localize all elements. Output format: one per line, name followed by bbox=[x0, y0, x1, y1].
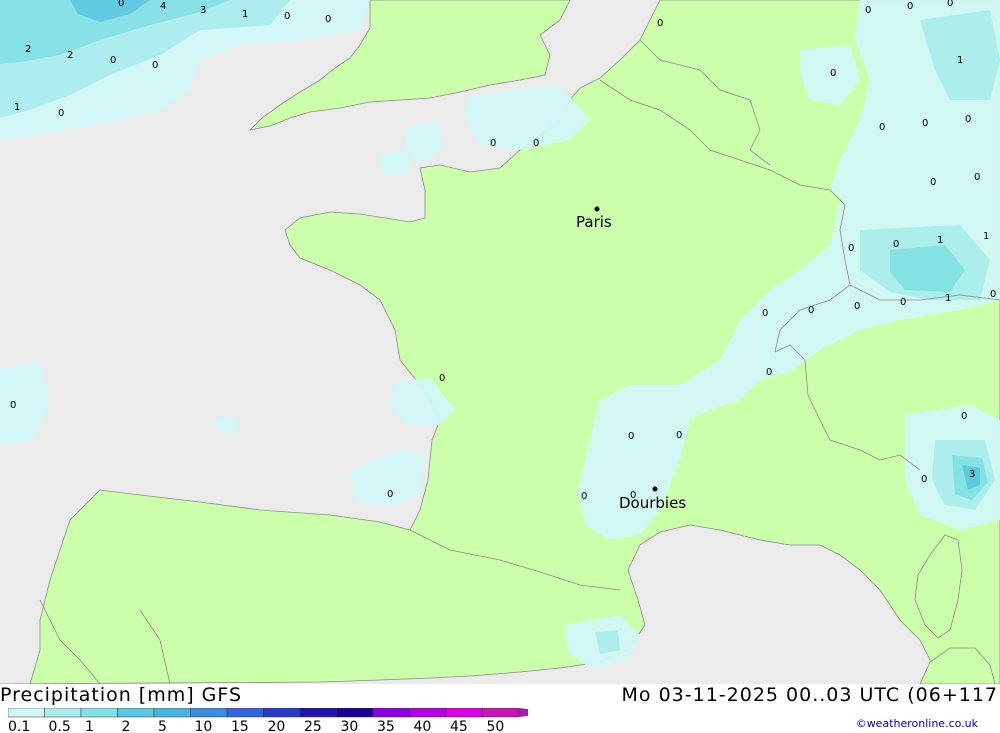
legend-swatch bbox=[80, 708, 118, 718]
value-label: 1 bbox=[945, 293, 951, 304]
legend-swatch bbox=[190, 708, 228, 718]
value-label: 0 bbox=[921, 474, 927, 485]
precipitation-legend: 0.1 0.5 1 2 5 10 15 20 25 30 35 40 45 50 bbox=[8, 708, 528, 733]
value-label: 3 bbox=[200, 5, 206, 16]
legend-swatch bbox=[299, 708, 337, 718]
value-label: 0 bbox=[490, 138, 496, 149]
value-label: 1 bbox=[957, 55, 963, 66]
legend-label: 45 bbox=[450, 719, 468, 733]
value-label: 0 bbox=[865, 5, 871, 16]
value-label: 0 bbox=[808, 305, 814, 316]
value-label: 0 bbox=[961, 411, 967, 422]
legend-label: 1 bbox=[85, 719, 94, 733]
value-label: 0 bbox=[58, 108, 64, 119]
value-label: 0 bbox=[766, 367, 772, 378]
credit-link[interactable]: ©weatheronline.co.uk bbox=[856, 717, 978, 730]
value-label: 0 bbox=[118, 0, 124, 9]
value-label: 0 bbox=[907, 1, 913, 12]
value-label: 0 bbox=[387, 489, 393, 500]
legend-label: 15 bbox=[231, 719, 249, 733]
value-label: 0 bbox=[947, 0, 953, 9]
map-footer: Precipitation [mm] GFS Mo 03-11-2025 00.… bbox=[0, 684, 1000, 733]
legend-swatch bbox=[263, 708, 301, 718]
value-label: 0 bbox=[830, 68, 836, 79]
value-label: 1 bbox=[14, 102, 20, 113]
value-label: 0 bbox=[965, 114, 971, 125]
value-label: 0 bbox=[930, 177, 936, 188]
value-label: 2 bbox=[67, 50, 73, 61]
value-label: 0 bbox=[439, 373, 445, 384]
legend-label: 50 bbox=[487, 719, 505, 733]
forecast-datetime: Mo 03-11-2025 00..03 UTC (06+117 bbox=[621, 684, 998, 706]
value-label: 1 bbox=[937, 235, 943, 246]
legend-label: 30 bbox=[341, 719, 359, 733]
legend-label: 40 bbox=[414, 719, 432, 733]
value-label: 0 bbox=[922, 118, 928, 129]
value-label: 0 bbox=[657, 18, 663, 29]
city-marker bbox=[652, 486, 658, 492]
value-label: 0 bbox=[676, 430, 682, 441]
value-label: 0 bbox=[628, 431, 634, 442]
value-label: 0 bbox=[581, 491, 587, 502]
value-label: 0 bbox=[900, 297, 906, 308]
legend-label: 0.1 bbox=[8, 719, 30, 733]
city-label: Paris bbox=[576, 213, 612, 231]
legend-swatches bbox=[8, 708, 528, 718]
legend-swatch bbox=[117, 708, 155, 718]
legend-label: 20 bbox=[268, 719, 286, 733]
legend-label: 0.5 bbox=[49, 719, 71, 733]
value-label: 1 bbox=[983, 231, 989, 242]
legend-labels: 0.1 0.5 1 2 5 10 15 20 25 30 35 40 45 50 bbox=[8, 719, 504, 733]
legend-swatch bbox=[409, 708, 447, 718]
value-label: 2 bbox=[25, 44, 31, 55]
value-label: 0 bbox=[10, 400, 16, 411]
legend-label: 35 bbox=[377, 719, 395, 733]
legend-swatch bbox=[8, 708, 45, 718]
value-label: 0 bbox=[854, 301, 860, 312]
value-label: 0 bbox=[152, 60, 158, 71]
legend-swatch bbox=[336, 708, 374, 718]
legend-swatch bbox=[372, 708, 410, 718]
value-label: 0 bbox=[533, 138, 539, 149]
value-label: 1 bbox=[242, 9, 248, 20]
value-label: 0 bbox=[284, 11, 290, 22]
legend-swatch bbox=[445, 708, 483, 718]
city-marker bbox=[594, 206, 600, 212]
value-label: 0 bbox=[848, 243, 854, 254]
value-label: 0 bbox=[762, 308, 768, 319]
value-label: 3 bbox=[969, 469, 975, 480]
value-label: 0 bbox=[990, 289, 996, 300]
value-label: 0 bbox=[974, 172, 980, 183]
legend-label: 10 bbox=[195, 719, 213, 733]
legend-label: 25 bbox=[304, 719, 322, 733]
value-label: 0 bbox=[630, 490, 636, 501]
legend-arrow bbox=[519, 708, 528, 717]
value-label: 0 bbox=[110, 55, 116, 66]
legend-label: 2 bbox=[122, 719, 131, 733]
legend-label: 5 bbox=[158, 719, 167, 733]
legend-swatch bbox=[482, 708, 520, 718]
value-label: 0 bbox=[893, 239, 899, 250]
map-title: Precipitation [mm] GFS bbox=[0, 684, 243, 706]
legend-swatch bbox=[226, 708, 264, 718]
precipitation-map: Paris Dourbies 0 4 3 1 0 0 2 2 0 0 1 0 0… bbox=[0, 0, 1000, 685]
value-label: 0 bbox=[879, 122, 885, 133]
value-label: 0 bbox=[325, 14, 331, 25]
legend-swatch bbox=[44, 708, 82, 718]
legend-swatch bbox=[153, 708, 191, 718]
value-label: 4 bbox=[160, 1, 166, 12]
